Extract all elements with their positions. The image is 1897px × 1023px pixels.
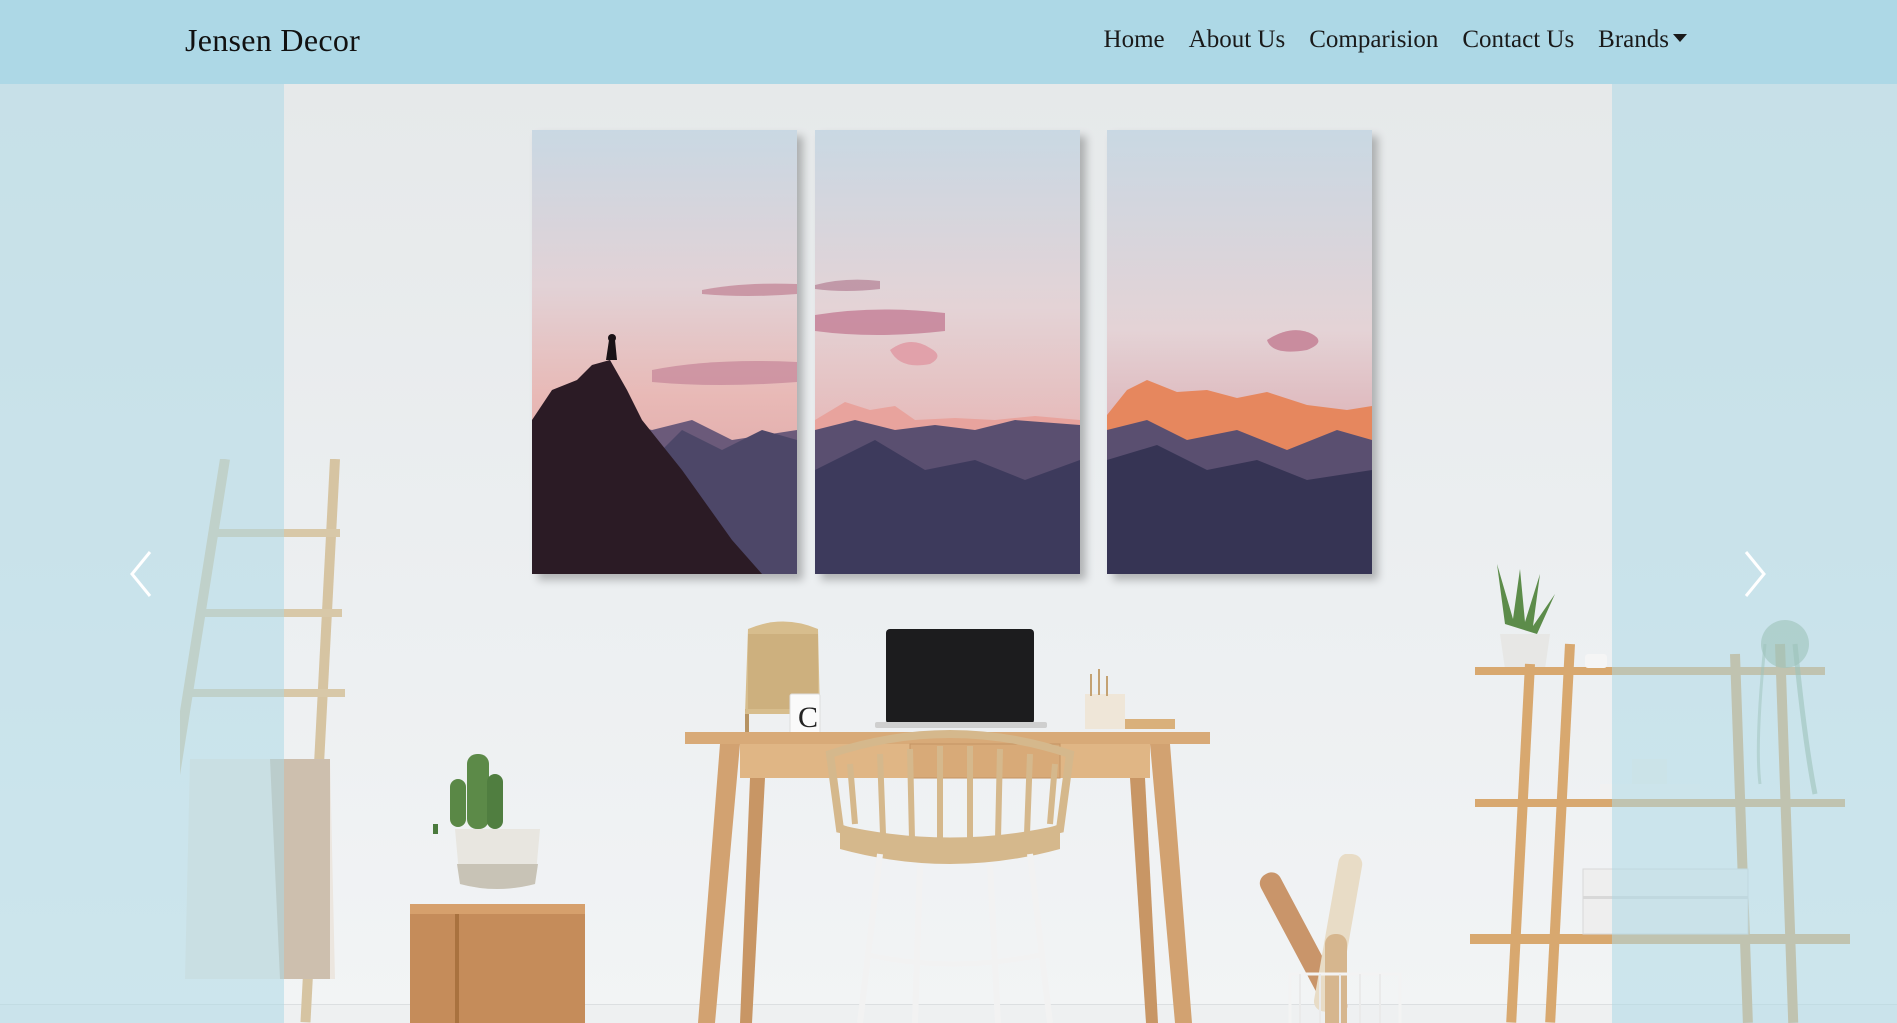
navbar: Jensen Decor Home About Us Comparision C… [0, 0, 1897, 84]
canvas-panel-right [1107, 130, 1372, 574]
decor-desk: C [685, 621, 1210, 1023]
carousel-next-button[interactable] [1734, 544, 1774, 604]
slide-image: C [0, 84, 1897, 1023]
decor-cactus-stool [410, 754, 585, 1023]
caret-down-icon [1673, 34, 1687, 42]
decor-poster-rolls [1259, 854, 1402, 1023]
nav-item-about[interactable]: About Us [1177, 26, 1298, 54]
nav-item-brands-dropdown[interactable]: Brands [1586, 26, 1699, 54]
mug-letter: C [798, 701, 818, 734]
nav-item-comparision[interactable]: Comparision [1297, 26, 1450, 54]
chevron-left-icon [130, 551, 152, 597]
nav-item-contact[interactable]: Contact Us [1450, 26, 1586, 54]
nav-item-brands-label: Brands [1598, 26, 1669, 53]
canvas-panel-left [532, 130, 797, 574]
chevron-right-icon [1744, 551, 1766, 597]
brand-logo[interactable]: Jensen Decor [185, 22, 360, 59]
canvas-panel-middle [815, 130, 1080, 574]
nav-item-home[interactable]: Home [1092, 26, 1177, 54]
nav-menu: Home About Us Comparision Contact Us Bra… [1092, 26, 1699, 54]
hero-carousel: C [0, 84, 1897, 1023]
carousel-prev-button[interactable] [122, 544, 162, 604]
